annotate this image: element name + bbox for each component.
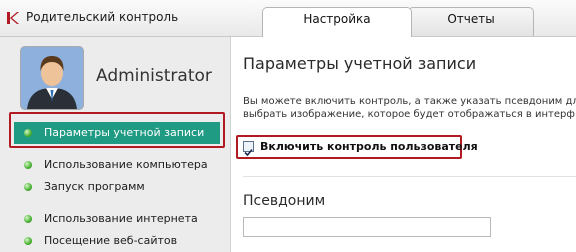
- title-bar: Родительский контроль Отчеты Настройка: [0, 0, 576, 37]
- checkmark-icon: [244, 148, 253, 157]
- green-bullet-icon: [24, 215, 32, 223]
- sidebar-item-label: Запуск программ: [44, 180, 145, 193]
- section-title: Параметры учетной записи: [243, 54, 477, 73]
- divider: [243, 176, 576, 177]
- green-bullet-icon: [24, 183, 32, 191]
- green-bullet-icon: [24, 237, 32, 245]
- sidebar-item-internet-usage[interactable]: Использование интернета: [14, 208, 220, 230]
- sidebar-item-label: Использование компьютера: [44, 158, 208, 171]
- alias-title: Псевдоним: [243, 193, 326, 209]
- sidebar-item-computer-usage[interactable]: Использование компьютера: [14, 154, 220, 176]
- sidebar-item-label: Использование интернета: [44, 212, 198, 225]
- sidebar-item-program-launch[interactable]: Запуск программ: [14, 176, 220, 198]
- enable-control-label[interactable]: Включить контроль пользователя: [260, 140, 478, 153]
- alias-input[interactable]: [243, 217, 491, 237]
- tab-reports-label: Отчеты: [447, 12, 495, 26]
- user-name: Administrator: [96, 66, 212, 86]
- user-avatar-icon: [20, 46, 84, 110]
- description-line-1: Вы можете включить контроль, а также ука…: [243, 96, 576, 107]
- green-bullet-icon: [24, 161, 32, 169]
- selection-highlight-frame: [9, 112, 225, 148]
- sidebar-item-label: Посещение веб-сайтов: [44, 234, 178, 247]
- avatar-figure: [21, 47, 83, 109]
- description-line-2: выбрать изображение, которое будет отобр…: [243, 109, 575, 120]
- tab-settings-label: Настройка: [303, 12, 371, 26]
- description-text: Вы можете включить контроль, а также ука…: [243, 95, 576, 121]
- kaspersky-k-icon: [7, 12, 19, 24]
- tab-reports[interactable]: Отчеты: [408, 7, 534, 36]
- sidebar-item-website-visits[interactable]: Посещение веб-сайтов: [14, 230, 220, 252]
- sidebar: Administrator Параметры учетной записи И…: [0, 37, 231, 252]
- tab-settings[interactable]: Настройка: [262, 7, 412, 37]
- enable-control-checkbox[interactable]: [243, 141, 254, 157]
- main-panel: Параметры учетной записи Вы можете включ…: [231, 37, 576, 252]
- app-title: Родительский контроль: [26, 10, 179, 24]
